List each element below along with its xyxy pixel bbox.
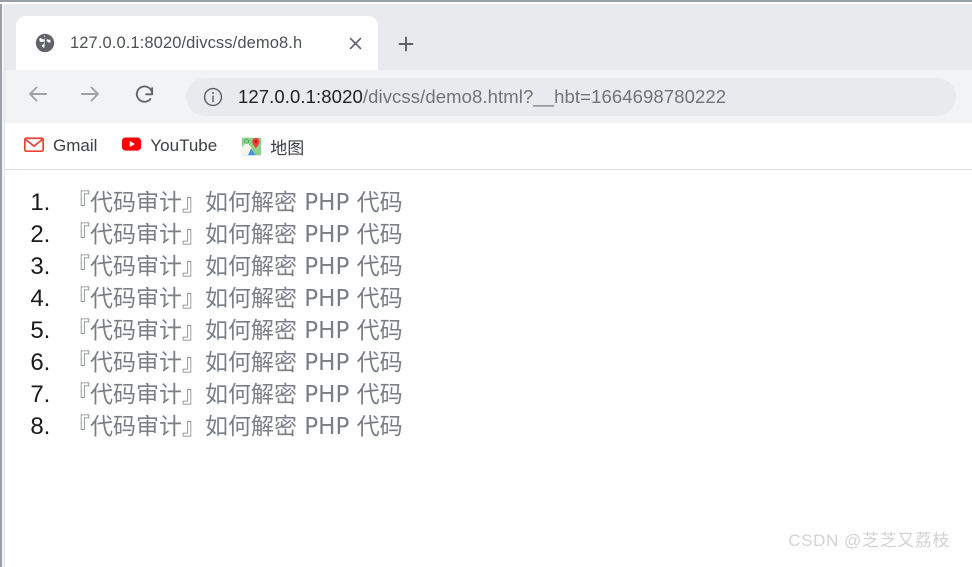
google-maps-icon [241,136,262,156]
address-bar[interactable]: 127.0.0.1:8020/divcss/demo8.html?__hbt=1… [186,77,956,116]
back-button[interactable] [18,77,58,117]
ordered-list: 『代码审计』如何解密 PHP 代码 『代码审计』如何解密 PHP 代码 『代码审… [5,187,972,443]
browser-window: 127.0.0.1:8020/divcss/demo8.h 127.0.0.1:… [0,0,972,567]
bookmark-youtube[interactable]: YouTube [113,130,225,162]
info-circle-icon[interactable] [202,86,224,108]
list-item-text: 『代码审计』如何解密 PHP 代码 [67,350,403,376]
list-item-text: 『代码审计』如何解密 PHP 代码 [67,318,403,344]
list-item-text: 『代码审计』如何解密 PHP 代码 [67,286,403,312]
list-item: 『代码审计』如何解密 PHP 代码 [57,411,972,443]
bookmarks-bar: Gmail YouTube 地图 [0,123,972,170]
reload-button[interactable] [124,77,164,117]
list-item: 『代码审计』如何解密 PHP 代码 [57,379,972,411]
list-item-text: 『代码审计』如何解密 PHP 代码 [67,254,403,280]
forward-arrow-icon [78,82,102,111]
list-item-text: 『代码审计』如何解密 PHP 代码 [67,222,403,248]
list-item-text: 『代码审计』如何解密 PHP 代码 [67,382,403,408]
bookmark-label: YouTube [150,136,218,155]
browser-tab[interactable]: 127.0.0.1:8020/divcss/demo8.h [16,16,378,70]
bookmark-label: Gmail [53,136,98,155]
list-item: 『代码审计』如何解密 PHP 代码 [57,219,972,251]
list-item: 『代码审计』如何解密 PHP 代码 [57,283,972,315]
close-icon[interactable] [338,26,372,60]
bookmark-gmail[interactable]: Gmail [16,130,105,162]
globe-icon [34,32,56,54]
window-left-border [0,4,2,567]
list-item-text: 『代码审计』如何解密 PHP 代码 [67,414,403,440]
address-bar-url: 127.0.0.1:8020/divcss/demo8.html?__hbt=1… [238,86,726,108]
tab-title: 127.0.0.1:8020/divcss/demo8.h [70,33,303,52]
list-item-text: 『代码审计』如何解密 PHP 代码 [67,190,403,216]
list-item: 『代码审计』如何解密 PHP 代码 [57,315,972,347]
url-path: /divcss/demo8.html?__hbt=1664698780222 [362,85,727,107]
gmail-icon [24,136,44,156]
list-item: 『代码审计』如何解密 PHP 代码 [57,347,972,379]
youtube-icon [121,136,142,156]
forward-button[interactable] [70,77,110,117]
tab-strip: 127.0.0.1:8020/divcss/demo8.h [0,4,972,70]
plus-icon [395,33,417,60]
bookmark-label: 地图 [270,138,305,158]
watermark: CSDN @芝芝又荔枝 [788,531,950,550]
list-item: 『代码审计』如何解密 PHP 代码 [57,187,972,219]
url-host: 127.0.0.1:8020 [238,85,363,107]
bookmark-maps[interactable]: 地图 [233,130,312,162]
back-arrow-icon [26,82,50,111]
page-viewport: 『代码审计』如何解密 PHP 代码 『代码审计』如何解密 PHP 代码 『代码审… [5,171,972,567]
reload-icon [133,83,156,111]
list-item: 『代码审计』如何解密 PHP 代码 [57,251,972,283]
browser-toolbar: 127.0.0.1:8020/divcss/demo8.html?__hbt=1… [0,70,972,123]
new-tab-button[interactable] [386,26,426,66]
